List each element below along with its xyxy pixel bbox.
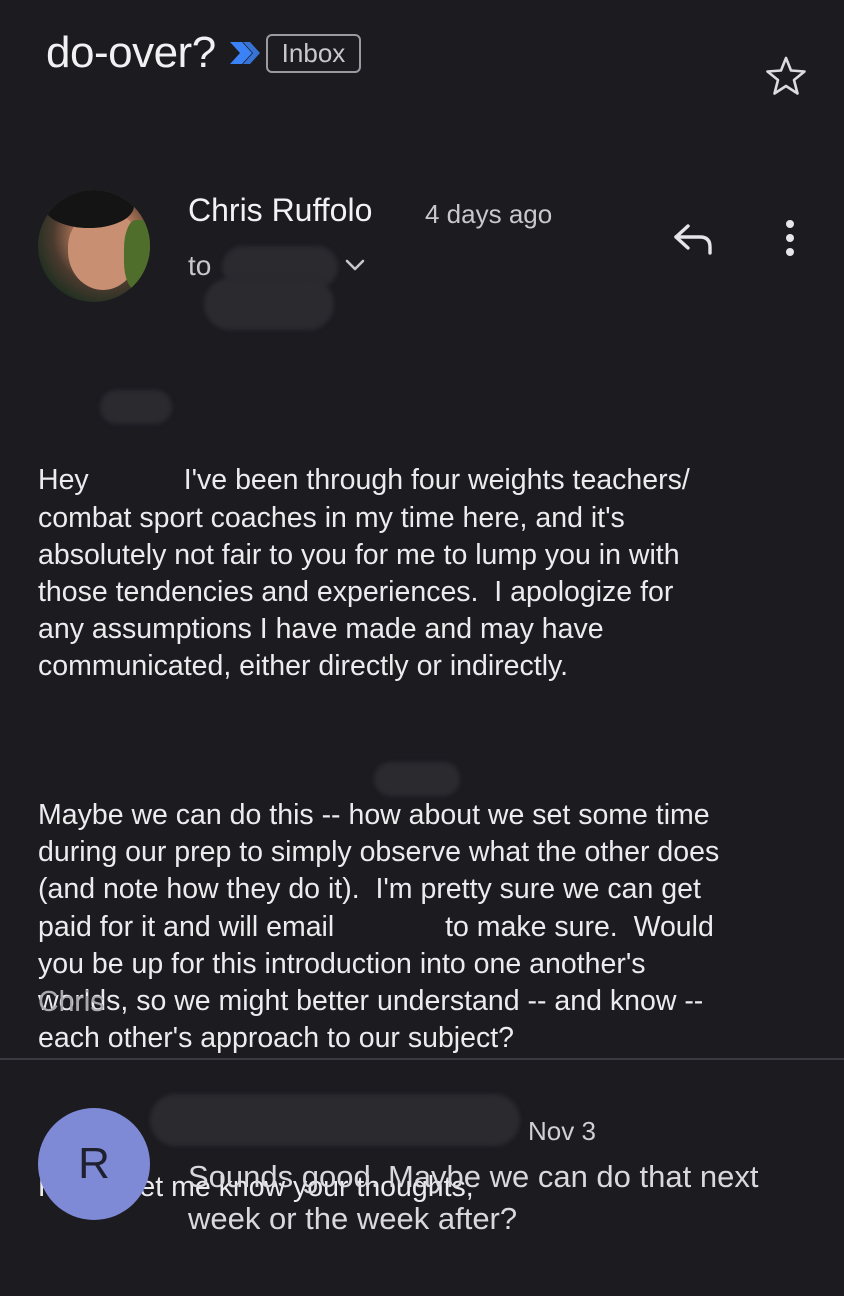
avatar-foliage: [124, 220, 150, 290]
redacted-name: [374, 762, 460, 796]
redacted-reply-sender: [150, 1094, 520, 1146]
reply-icon[interactable]: [670, 220, 716, 256]
inbox-label-chip[interactable]: Inbox: [265, 33, 362, 73]
body-paragraph: Maybe we can do this -- how about we set…: [38, 799, 720, 1055]
more-vert-icon[interactable]: [778, 216, 802, 260]
chevron-down-icon[interactable]: [344, 256, 366, 274]
signature: Chris: [38, 986, 105, 1018]
message-divider: [0, 1058, 844, 1060]
reply-date: Nov 3: [528, 1116, 596, 1146]
importance-marker-icon[interactable]: [228, 38, 264, 68]
star-icon[interactable]: [764, 54, 808, 98]
recipient-label: to: [188, 250, 212, 281]
email-thread-view: do-over? Inbox Chris Ruffolo 4 days ago …: [0, 0, 844, 1296]
sender-name: Chris Ruffolo: [188, 192, 373, 228]
email-body: Hey I've been through four weights teach…: [38, 388, 818, 1280]
sender-avatar[interactable]: [38, 190, 150, 302]
subject-title: do-over?: [46, 28, 216, 77]
subject-header: do-over? Inbox: [46, 28, 362, 78]
body-paragraph: Hey I've been through four weights teach…: [38, 464, 690, 683]
sent-time: 4 days ago: [425, 199, 553, 229]
reply-sender-avatar[interactable]: R: [38, 1108, 150, 1220]
reply-snippet[interactable]: Sounds good. Maybe we can do that next w…: [188, 1156, 788, 1240]
redacted-name: [100, 390, 172, 424]
redacted-recipient-smudge: [204, 278, 334, 330]
